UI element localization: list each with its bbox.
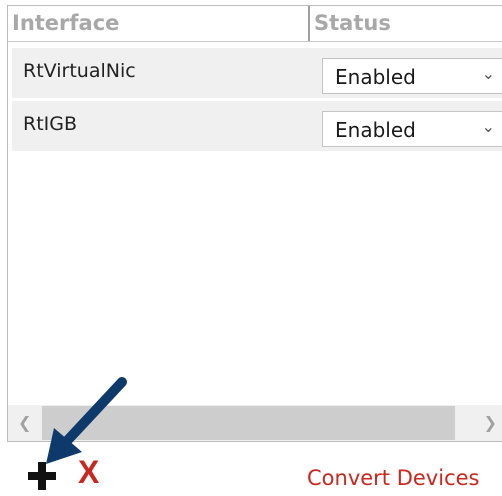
convert-devices-link[interactable]: Convert Devices (307, 466, 479, 490)
column-header-interface[interactable]: Interface (8, 6, 308, 41)
status-select[interactable]: Enabled ⌄ (322, 58, 502, 94)
chevron-right-icon[interactable]: ❯ (484, 413, 497, 432)
interface-name-cell: RtVirtualNic (23, 60, 136, 82)
status-select-value: Enabled (335, 118, 416, 142)
grid-header: Interface Status (8, 6, 502, 42)
arrow-pointer-icon (46, 377, 127, 464)
chevron-down-icon[interactable]: ⌄ (482, 117, 495, 136)
chevron-down-icon[interactable]: ⌄ (482, 64, 495, 83)
column-header-status[interactable]: Status (308, 6, 502, 41)
status-select[interactable]: Enabled ⌄ (322, 111, 502, 147)
table-row[interactable]: RtVirtualNic Enabled ⌄ (12, 48, 502, 98)
chevron-left-icon[interactable]: ❮ (18, 413, 31, 432)
devices-panel: Interface Status RtVirtualNic Enabled ⌄ … (0, 0, 502, 495)
interface-name-cell: RtIGB (23, 113, 78, 135)
table-row[interactable]: RtIGB Enabled ⌄ (12, 101, 502, 151)
status-select-value: Enabled (335, 65, 416, 89)
